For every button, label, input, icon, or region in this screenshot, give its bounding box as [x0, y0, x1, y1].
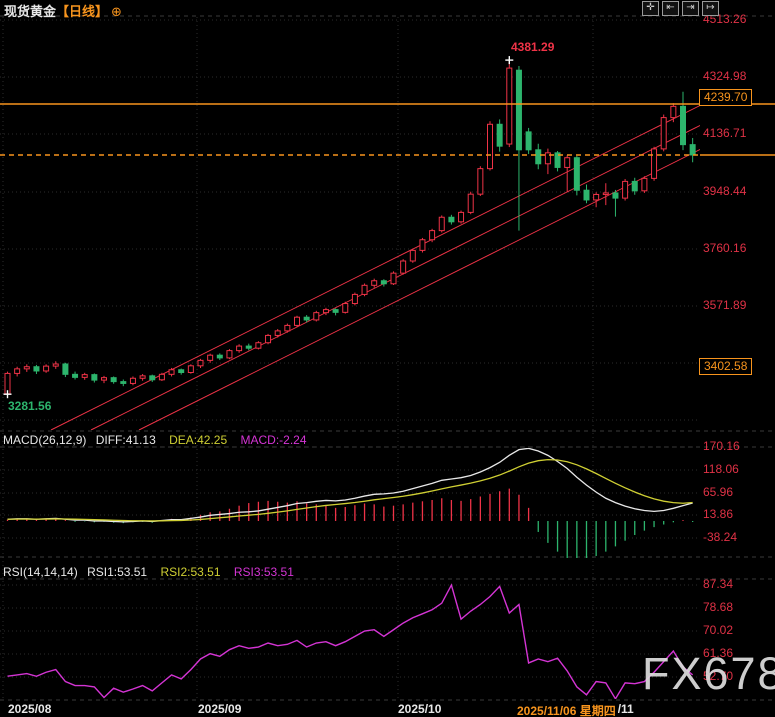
- rsi-y-axis-tick: 70.02: [703, 623, 733, 637]
- rsi-y-axis-tick: 87.34: [703, 577, 733, 591]
- reference-level-label: 3402.58: [699, 358, 752, 375]
- rsi-y-axis-tick: 78.68: [703, 600, 733, 614]
- macd-y-axis-tick: -38.24: [703, 530, 737, 544]
- high-price-marker-label: 4381.29: [511, 40, 554, 54]
- period-label: 【日线】: [56, 4, 108, 19]
- crosshair-date-label: 2025/11/06 星期四: [515, 702, 618, 717]
- expand-icon[interactable]: ⊕: [111, 4, 122, 19]
- main-y-axis-tick: 3571.89: [703, 298, 746, 312]
- rsi3-value: RSI3:53.51: [234, 565, 294, 579]
- main-y-axis-tick: 4136.71: [703, 126, 746, 140]
- macd-diff-value: DIFF:41.13: [96, 433, 156, 447]
- rsi-name: RSI(14,14,14): [3, 565, 78, 579]
- main-y-axis-tick: 3948.44: [703, 184, 746, 198]
- main-y-axis-tick: 4324.98: [703, 69, 746, 83]
- instrument-title: 现货黄金: [4, 4, 56, 19]
- chart-canvas[interactable]: [0, 0, 775, 717]
- x-axis-label-aug: 2025/08: [8, 702, 51, 716]
- fx678-watermark: FX678: [642, 648, 775, 700]
- price-line-label: 4239.70: [699, 89, 752, 106]
- axis-scale-right-icon[interactable]: ⇥: [682, 1, 699, 16]
- macd-y-axis-tick: 13.86: [703, 507, 733, 521]
- chart-app: 现货黄金【日线】⊕ ✛ ⇤ ⇥ ↦ 4513.264324.984136.713…: [0, 0, 775, 717]
- title-bar: 现货黄金【日线】⊕: [4, 1, 122, 20]
- macd-macd-value: MACD:-2.24: [240, 433, 306, 447]
- rsi-header: RSI(14,14,14) RSI1:53.51 RSI2:53.51 RSI3…: [3, 565, 294, 579]
- macd-name: MACD(26,12,9): [3, 433, 86, 447]
- measure-icon[interactable]: ↦: [702, 1, 719, 16]
- macd-dea-value: DEA:42.25: [169, 433, 227, 447]
- x-axis-label-sep: 2025/09: [198, 702, 241, 716]
- rsi1-value: RSI1:53.51: [87, 565, 147, 579]
- macd-y-axis-tick: 170.16: [703, 439, 740, 453]
- macd-y-axis-tick: 118.06: [703, 462, 739, 476]
- chart-toolbar: ✛ ⇤ ⇥ ↦: [642, 1, 719, 16]
- pan-crosshair-icon[interactable]: ✛: [642, 1, 659, 16]
- macd-header: MACD(26,12,9) DIFF:41.13 DEA:42.25 MACD:…: [3, 433, 307, 447]
- rsi2-value: RSI2:53.51: [160, 565, 220, 579]
- x-axis-label-oct: 2025/10: [398, 702, 441, 716]
- main-y-axis-tick: 3760.16: [703, 241, 746, 255]
- macd-y-axis-tick: 65.96: [703, 485, 733, 499]
- low-price-marker-label: 3281.56: [8, 399, 51, 413]
- axis-scale-left-icon[interactable]: ⇤: [662, 1, 679, 16]
